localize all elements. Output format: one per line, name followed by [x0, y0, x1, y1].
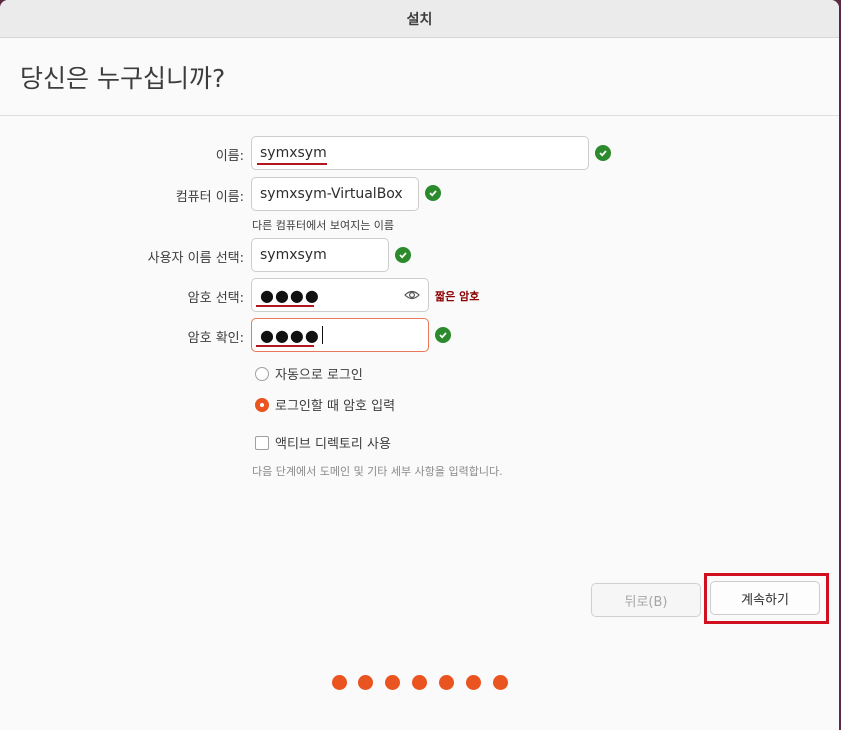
password-label: 암호 선택:: [187, 291, 244, 306]
window-title: 설치: [406, 11, 433, 28]
password-value: ●●●●: [260, 285, 320, 305]
confirm-password-label: 암호 확인:: [187, 331, 244, 346]
confirm-password-value: ●●●●: [260, 325, 320, 345]
check-icon: [435, 327, 451, 343]
installer-window: 설치 당신은 누구십니까? 이름: symxsym 컴퓨터 이름: symxsy…: [0, 0, 839, 730]
radio-auto-login[interactable]: 자동으로 로그인: [255, 364, 363, 383]
spell-underline: [257, 163, 327, 165]
window-titlebar: 설치: [0, 0, 839, 38]
radio-off-icon: [255, 366, 269, 381]
password-strength-warning: 짧은 암호: [435, 290, 480, 303]
username-value: symxsym: [260, 247, 327, 263]
active-directory-hint: 다음 단계에서 도메인 및 기타 세부 사항을 입력합니다.: [252, 465, 503, 478]
page-title: 당신은 누구십니까?: [20, 63, 226, 93]
spell-underline: [256, 345, 314, 347]
radio-auto-login-label: 자동으로 로그인: [275, 368, 363, 383]
eye-icon[interactable]: [404, 289, 420, 301]
page-header: 당신은 누구십니까?: [0, 38, 839, 116]
radio-require-password[interactable]: 로그인할 때 암호 입력: [255, 395, 395, 414]
spell-underline: [256, 305, 314, 307]
check-icon: [425, 185, 441, 201]
computer-name-label: 컴퓨터 이름:: [175, 190, 244, 205]
text-caret: [321, 326, 323, 344]
check-icon: [395, 247, 411, 263]
progress-dot: [493, 675, 508, 690]
computer-name-value: symxsym-VirtualBox: [260, 186, 403, 202]
check-icon: [595, 145, 611, 161]
progress-dot: [439, 675, 454, 690]
computer-name-hint: 다른 컴퓨터에서 보여지는 이름: [252, 219, 395, 232]
progress-dot: [466, 675, 481, 690]
back-button[interactable]: 뒤로(B): [591, 583, 701, 617]
checkbox-icon: [255, 435, 269, 450]
computer-name-input[interactable]: symxsym-VirtualBox: [251, 177, 419, 211]
name-value: symxsym: [260, 145, 327, 161]
username-label: 사용자 이름 선택:: [147, 251, 244, 266]
name-label: 이름:: [215, 149, 244, 164]
radio-on-icon: [255, 397, 269, 412]
progress-dot: [332, 675, 347, 690]
active-directory-label: 액티브 디렉토리 사용: [275, 437, 391, 452]
progress-dot: [358, 675, 373, 690]
progress-dot: [412, 675, 427, 690]
highlight-box: [704, 573, 829, 624]
progress-dot: [385, 675, 400, 690]
active-directory-checkbox[interactable]: 액티브 디렉토리 사용: [255, 433, 391, 452]
username-input[interactable]: symxsym: [251, 238, 389, 272]
radio-require-password-label: 로그인할 때 암호 입력: [275, 399, 396, 414]
